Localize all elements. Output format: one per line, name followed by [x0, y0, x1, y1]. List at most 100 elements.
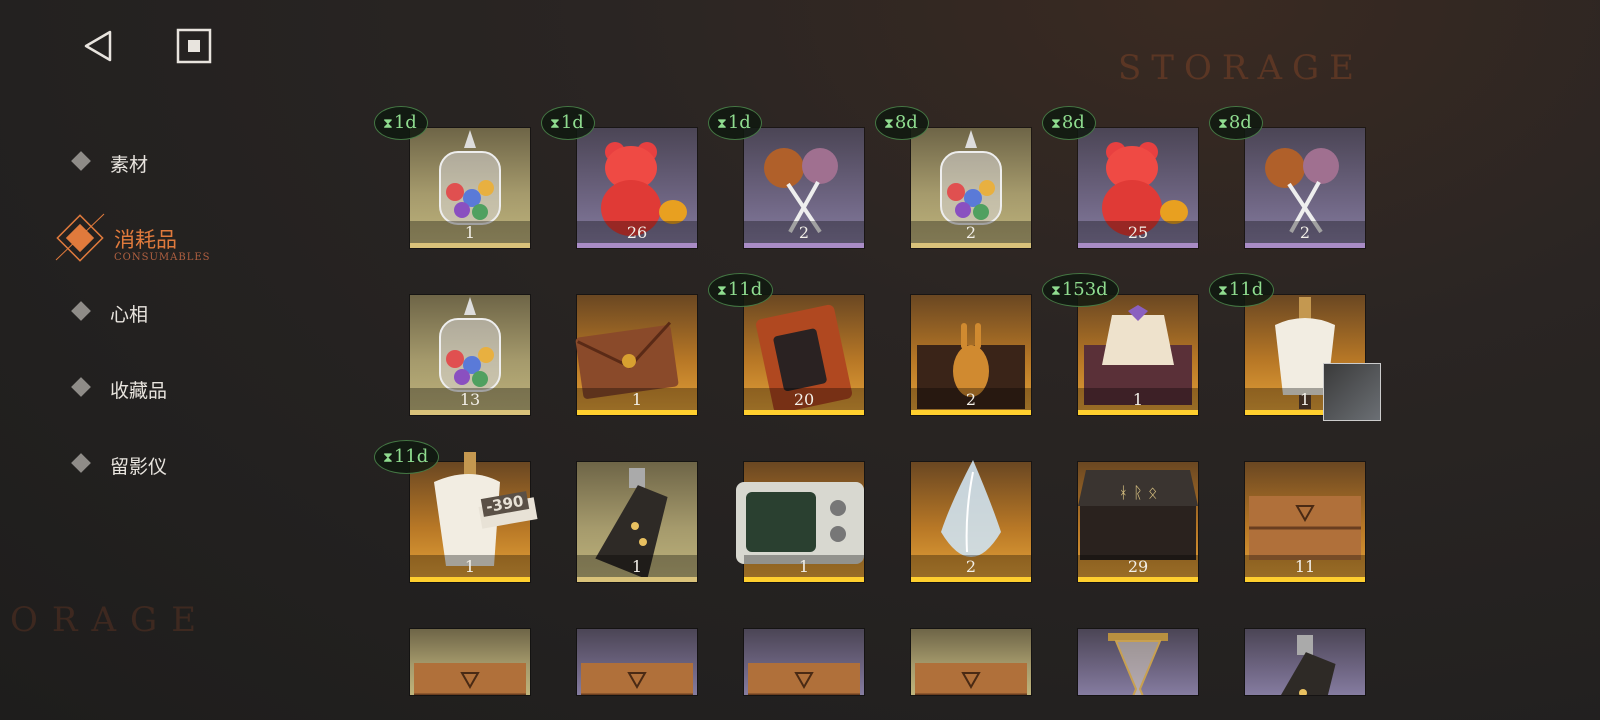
item-slot-mannequin-tag[interactable]: 1 -390 ⧗11d [374, 440, 538, 582]
item-slot-wooden-crate[interactable] [577, 629, 697, 695]
rarity-bar [744, 410, 864, 415]
item-count: 2 [965, 390, 977, 409]
item-count: 2 [798, 223, 810, 242]
diamond-icon [71, 453, 91, 473]
rarity-bar [1078, 410, 1198, 415]
back-button[interactable] [80, 28, 116, 64]
hourglass-icon: ⧗ [383, 116, 393, 132]
timer-text: 8d [1228, 112, 1252, 133]
item-slot-hourglass[interactable] [1078, 629, 1198, 695]
item-count: 1 [1132, 390, 1144, 409]
timer-text: 1d [560, 112, 584, 133]
expiry-timer-badge: ⧗8d [1042, 106, 1096, 140]
wooden-crate-icon [748, 663, 860, 695]
hourglass-icon: ⧗ [884, 116, 894, 132]
sidebar-item-4[interactable]: 留影仪 [60, 442, 280, 492]
item-slot-wooden-crate[interactable]: 11 [1245, 462, 1365, 582]
sidebar-item-label: 素材 [110, 154, 149, 176]
wooden-crate-icon [581, 663, 693, 695]
hourglass-icon [1108, 633, 1168, 695]
item-count: 1 [464, 223, 476, 242]
item-slot-wooden-crate[interactable] [744, 629, 864, 695]
item-slot-envelope[interactable]: 1 [575, 295, 697, 415]
timer-text: 153d [1061, 279, 1108, 300]
back-triangle-icon [84, 30, 112, 62]
rarity-bar [410, 410, 530, 415]
item-slot-candy-jar[interactable]: 13 [410, 295, 530, 415]
rarity-bar [577, 577, 697, 582]
expiry-timer-badge: ⧗1d [374, 106, 428, 140]
item-slot-gummy-bear[interactable]: 25 ⧗8d [1042, 106, 1198, 248]
item-count: 20 [793, 390, 815, 409]
item-count: 11 [1294, 557, 1316, 576]
item-count: 1 [631, 557, 643, 576]
item-slot-wooden-crate[interactable] [410, 629, 530, 695]
timer-text: 1d [727, 112, 751, 133]
timer-text: 11d [1228, 279, 1264, 300]
expiry-timer-badge: ⧗11d [374, 440, 440, 474]
item-count: 1 [798, 557, 810, 576]
sidebar-item-1[interactable]: 消耗品 CONSUMABLES [55, 213, 280, 264]
item-count: 26 [626, 223, 648, 242]
expiry-timer-badge: ⧗8d [1209, 106, 1263, 140]
timer-text: 1d [393, 112, 417, 133]
item-slot-gummy-bear[interactable]: 26 ⧗1d [541, 106, 697, 248]
hourglass-icon: ⧗ [383, 450, 393, 466]
item-slot-tv-set[interactable]: 1 [736, 462, 864, 582]
item-slot-rune-chest[interactable]: ᚼ ᚱ ᛟ 29 [1078, 462, 1198, 582]
active-diamond-icon [55, 213, 105, 262]
item-slot-crystal-shard[interactable]: 2 [911, 460, 1031, 582]
diamond-icon [71, 151, 91, 171]
rarity-bar [911, 410, 1031, 415]
sidebar-item-3[interactable]: 收藏品 [60, 366, 280, 416]
sidebar-item-0[interactable]: 素材 [60, 140, 280, 190]
item-slot-ticket-book[interactable]: 20 ⧗11d [708, 273, 864, 415]
item-slot-rabbit-box[interactable]: 2 [911, 295, 1031, 415]
hourglass-icon: ⧗ [550, 116, 560, 132]
item-slot-mannequin[interactable]: 1 ⧗11d [1209, 273, 1381, 421]
expiry-timer-badge: ⧗11d [1209, 273, 1275, 307]
diamond-icon [71, 301, 91, 321]
expiry-timer-badge: ⧗1d [708, 106, 762, 140]
rarity-bar [1245, 577, 1365, 582]
hourglass-icon: ⧗ [1051, 283, 1061, 299]
home-square-icon [176, 28, 212, 64]
wooden-crate-icon [414, 663, 526, 695]
sidebar-item-label: 心相 [110, 304, 149, 326]
timer-text: 11d [727, 279, 763, 300]
item-slot-wooden-crate[interactable] [911, 629, 1031, 695]
rarity-bar [577, 243, 697, 248]
sidebar-item-2[interactable]: 心相 [60, 290, 280, 340]
rarity-bar [410, 243, 530, 248]
bottle-icon [1263, 635, 1336, 695]
sidebar-item-label: 消耗品 [114, 228, 177, 252]
rarity-bar [1078, 243, 1198, 248]
timer-text: 8d [1061, 112, 1085, 133]
expiry-timer-badge: ⧗153d [1042, 273, 1119, 307]
item-count: 2 [965, 557, 977, 576]
item-slot-outfit-box[interactable]: 1 ⧗153d [1042, 273, 1198, 415]
storage-watermark-bottom: ORAGE [10, 600, 211, 640]
item-slot-lollipops[interactable]: 2 ⧗8d [1209, 106, 1365, 248]
timer-text: 11d [393, 446, 429, 467]
timer-text: 8d [894, 112, 918, 133]
item-slot-candy-jar[interactable]: 1 ⧗1d [374, 106, 530, 248]
home-button[interactable] [176, 28, 212, 64]
expiry-timer-badge: ⧗1d [541, 106, 595, 140]
item-count: 25 [1127, 223, 1149, 242]
item-slot-candy-jar[interactable]: 2 ⧗8d [875, 106, 1031, 248]
character-portrait [1323, 363, 1381, 421]
item-slot-bottle[interactable]: 1 [577, 462, 697, 582]
hourglass-icon: ⧗ [717, 116, 727, 132]
item-count: 1 [631, 390, 643, 409]
sidebar-item-label: 留影仪 [110, 456, 168, 478]
item-count: 13 [459, 390, 481, 409]
rarity-bar [911, 243, 1031, 248]
rarity-bar [744, 243, 864, 248]
sidebar-item-sublabel: CONSUMABLES [114, 252, 211, 263]
rarity-bar [1078, 577, 1198, 582]
rarity-bar [911, 577, 1031, 582]
item-slot-lollipops[interactable]: 2 ⧗1d [708, 106, 864, 248]
item-slot-bottle[interactable] [1245, 629, 1365, 695]
wooden-crate-icon [915, 663, 1027, 695]
